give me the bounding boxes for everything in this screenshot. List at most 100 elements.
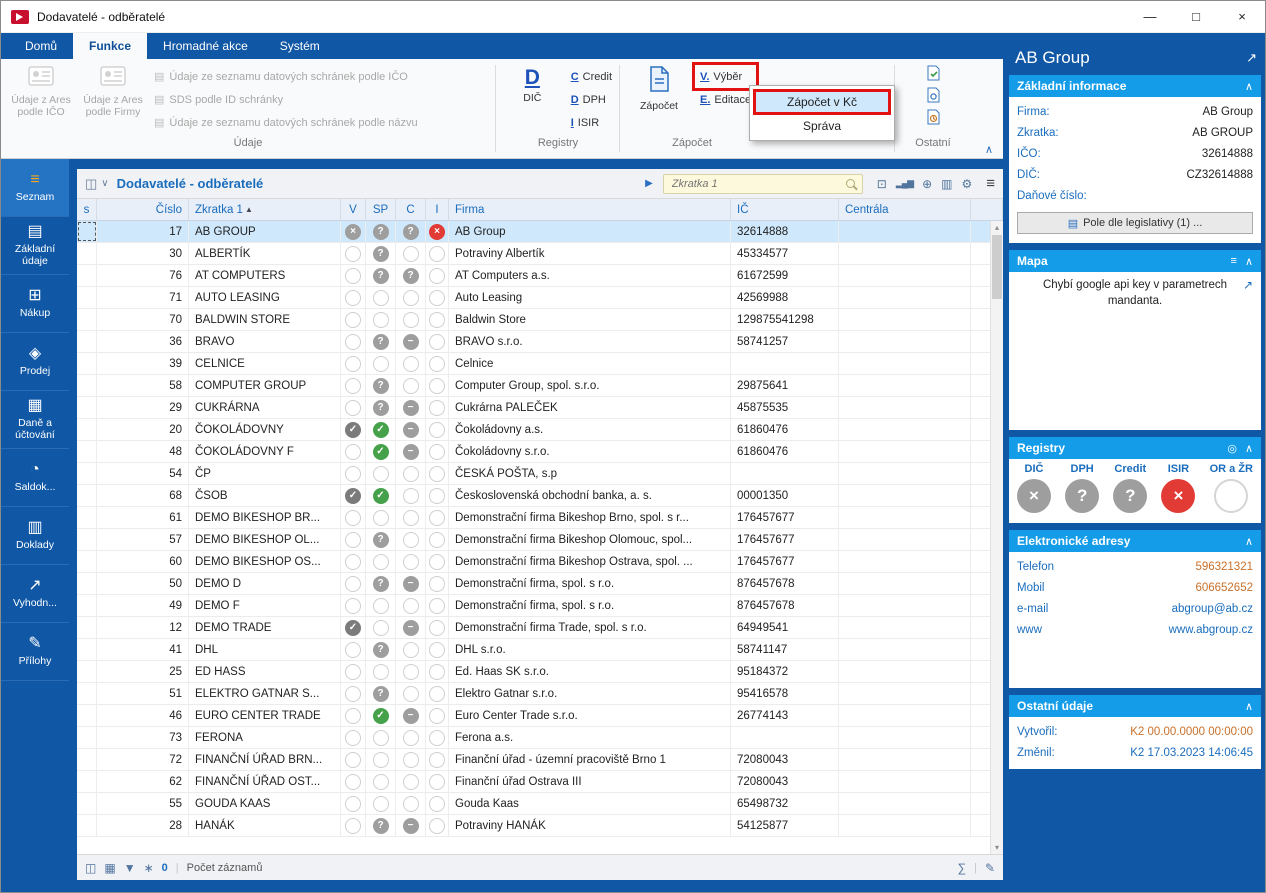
columns-icon[interactable]: ▥: [941, 177, 952, 191]
close-button[interactable]: ×: [1219, 1, 1265, 32]
edit-pencil-icon[interactable]: ✎: [985, 861, 995, 875]
table-row[interactable]: 58 COMPUTER GROUP? Computer Group, spol. s…: [77, 375, 1003, 397]
zapocet-button[interactable]: Zápočet: [623, 63, 695, 112]
table-row[interactable]: 62 FINANČNÍ ÚŘAD OST... Finanční úřad Ostr…: [77, 771, 1003, 793]
table-row[interactable]: 76 AT COMPUTERS?? AT Computers a.s. 6167259…: [77, 265, 1003, 287]
document-check-icon[interactable]: [926, 63, 941, 83]
table-row[interactable]: 57 DEMO BIKESHOP OL...? Demonstrační firma…: [77, 529, 1003, 551]
column-header-sp[interactable]: SP: [366, 199, 396, 220]
collapse-icon[interactable]: ∧: [1245, 442, 1253, 455]
play-icon[interactable]: ▶: [645, 178, 653, 189]
search-input[interactable]: [662, 173, 863, 194]
table-row[interactable]: 73 FERONA Ferona a.s.: [77, 727, 1003, 749]
minimize-button[interactable]: —: [1127, 1, 1173, 32]
ribbon-collapse-icon[interactable]: ∧: [985, 143, 993, 156]
table-row[interactable]: 70 BALDWIN STORE Baldwin Store 129875541298: [77, 309, 1003, 331]
table-row[interactable]: 54 ČP ČESKÁ POŠTA, s.p: [77, 463, 1003, 485]
panes-icon[interactable]: ◫: [85, 861, 96, 875]
sidebar-item-purchase[interactable]: ⊞ Nákup: [1, 275, 69, 333]
sidebar-item-menu[interactable]: ≡ Seznam: [1, 159, 69, 217]
map-icon[interactable]: ⊕: [922, 177, 932, 191]
settings-gear-icon[interactable]: ⚙: [961, 177, 972, 191]
snowflake-icon[interactable]: ∗: [144, 861, 154, 875]
open-external-icon[interactable]: ↗: [1246, 50, 1257, 66]
pole-dle-legislativy-button[interactable]: ▤ Pole dle legislativy (1) ...: [1017, 212, 1253, 234]
calendar-icon[interactable]: ▦: [104, 861, 115, 875]
record-count-label[interactable]: Počet záznamů: [187, 862, 263, 874]
column-header-ič[interactable]: IČ: [731, 199, 839, 220]
table-row[interactable]: 12 DEMO TRADE ✓ − Demonstrační firma Trade, …: [77, 617, 1003, 639]
sidebar-item-taxes[interactable]: ▦ Daně a účtování: [1, 391, 69, 449]
table-row[interactable]: 48 ČOKOLÁDOVNY F ✓ − Čokoládovny s.r.o. 61860…: [77, 441, 1003, 463]
vertical-scrollbar[interactable]: ▴ ▾: [990, 221, 1003, 854]
tab-domů[interactable]: Domů: [9, 33, 73, 59]
ribbon-credit-button[interactable]: C Credit: [566, 65, 617, 88]
sidebar-item-documents[interactable]: ▥ Doklady: [1, 507, 69, 565]
section-header[interactable]: Mapa ≡ ∧: [1009, 250, 1261, 272]
table-menu-icon[interactable]: ≡: [986, 175, 995, 192]
table-row[interactable]: 60 DEMO BIKESHOP OS... Demonstrační firma …: [77, 551, 1003, 573]
sidebar-item-attachments[interactable]: ✎ Přílohy: [1, 623, 69, 681]
table-row[interactable]: 36 BRAVO? − BRAVO s.r.o. 58741257: [77, 331, 1003, 353]
sidebar-item-saldo[interactable]: ◔ Saldok...: [1, 449, 69, 507]
open-external-icon[interactable]: ↗: [1243, 278, 1253, 292]
collapse-icon[interactable]: ∧: [1245, 80, 1253, 93]
scroll-down-icon[interactable]: ▾: [991, 841, 1003, 854]
section-header[interactable]: Ostatní údaje ∧: [1009, 695, 1261, 717]
table-row[interactable]: 20 ČOKOLÁDOVNY ✓ ✓ − Čokoládovny a.s. 61860476: [77, 419, 1003, 441]
collapse-icon[interactable]: ∧: [1245, 255, 1253, 268]
sidebar-item-sale[interactable]: ◈ Prodej: [1, 333, 69, 391]
table-row[interactable]: 55 GOUDA KAAS Gouda Kaas 65498732: [77, 793, 1003, 815]
section-header[interactable]: Elektronické adresy ∧: [1009, 530, 1261, 552]
table-row[interactable]: 71 AUTO LEASING Auto Leasing 42569988: [77, 287, 1003, 309]
table-row[interactable]: 17 AB GROUP ×?? × AB Group 32614888: [77, 221, 1003, 243]
table-row[interactable]: 41 DHL? DHL s.r.o. 58741147: [77, 639, 1003, 661]
table-row[interactable]: 68 ČSOB ✓ ✓ Československá obchodní banka, a…: [77, 485, 1003, 507]
tab-funkce[interactable]: Funkce: [73, 33, 148, 59]
column-header-i[interactable]: I: [426, 199, 449, 220]
sidebar-item-details[interactable]: ▤ Základní údaje: [1, 217, 69, 275]
ribbon-editace-button[interactable]: E. Editace: [695, 88, 756, 111]
scroll-up-icon[interactable]: ▴: [991, 221, 1003, 234]
ribbon-isir-button[interactable]: I ISIR: [566, 111, 617, 134]
verify-icon[interactable]: ◎: [1227, 442, 1237, 455]
ribbon-dph-button[interactable]: D DPH: [566, 88, 617, 111]
dic-button[interactable]: D DIČ: [499, 63, 566, 104]
table-row[interactable]: 25 ED HASS Ed. Haas SK s.r.o. 95184372: [77, 661, 1003, 683]
table-row[interactable]: 51 ELEKTRO GATNAR S...? Elektro Gatnar s.r…: [77, 683, 1003, 705]
table-row[interactable]: 72 FINANČNÍ ÚŘAD BRN... Finanční úřad - úz…: [77, 749, 1003, 771]
table-row[interactable]: 61 DEMO BIKESHOP BR... Demonstrační firma …: [77, 507, 1003, 529]
table-row[interactable]: 30 ALBERTÍK? Potraviny Albertík 45334577: [77, 243, 1003, 265]
table-row[interactable]: 50 DEMO D? − Demonstrační firma, spol. s r.…: [77, 573, 1003, 595]
table-row[interactable]: 28 HANÁK? − Potraviny HANÁK 54125877: [77, 815, 1003, 837]
book-view-icon[interactable]: ◫: [85, 176, 97, 192]
column-header-firma[interactable]: Firma: [449, 199, 731, 220]
table-row[interactable]: 29 CUKRÁRNA? − Cukrárna PALEČEK 45875535: [77, 397, 1003, 419]
collapse-icon[interactable]: ∧: [1245, 535, 1253, 548]
table-row[interactable]: 46 EURO CENTER TRADE ✓ − Euro Center Trade s…: [77, 705, 1003, 727]
chevron-down-icon[interactable]: ∨: [101, 178, 108, 189]
column-header-zkratka-1[interactable]: Zkratka 1 ▲: [189, 199, 341, 220]
maximize-button[interactable]: □: [1173, 1, 1219, 32]
print-icon[interactable]: ⊡: [877, 177, 887, 191]
menu-item-zapocet-v-kc[interactable]: Zápočet v Kč: [753, 89, 891, 115]
list-icon[interactable]: ≡: [1231, 255, 1237, 267]
column-header-číslo[interactable]: Číslo: [97, 199, 189, 220]
tab-systém[interactable]: Systém: [264, 33, 336, 59]
sum-icon[interactable]: ∑: [958, 861, 967, 875]
scrollbar-thumb[interactable]: [992, 235, 1002, 299]
section-header[interactable]: Registry ◎ ∧: [1009, 437, 1261, 459]
menu-item-sprava[interactable]: Správa: [753, 115, 891, 137]
ribbon-vyber-button[interactable]: V. Výběr: [691, 62, 760, 91]
filter-icon[interactable]: ▼: [124, 861, 136, 875]
collapse-icon[interactable]: ∧: [1245, 700, 1253, 713]
table-row[interactable]: 39 CELNICE Celnice: [77, 353, 1003, 375]
column-header-s[interactable]: s: [77, 199, 97, 220]
table-row[interactable]: 49 DEMO F Demonstrační firma, spol. s r.o.…: [77, 595, 1003, 617]
document-refresh-icon[interactable]: [926, 85, 941, 105]
section-header[interactable]: Základní informace ∧: [1009, 75, 1261, 97]
history-clock-icon[interactable]: [926, 107, 941, 127]
chart-icon[interactable]: ▂▄▆: [896, 178, 914, 189]
sidebar-item-evaluation[interactable]: ↗ Vyhodn...: [1, 565, 69, 623]
column-header-centrála[interactable]: Centrála: [839, 199, 971, 220]
